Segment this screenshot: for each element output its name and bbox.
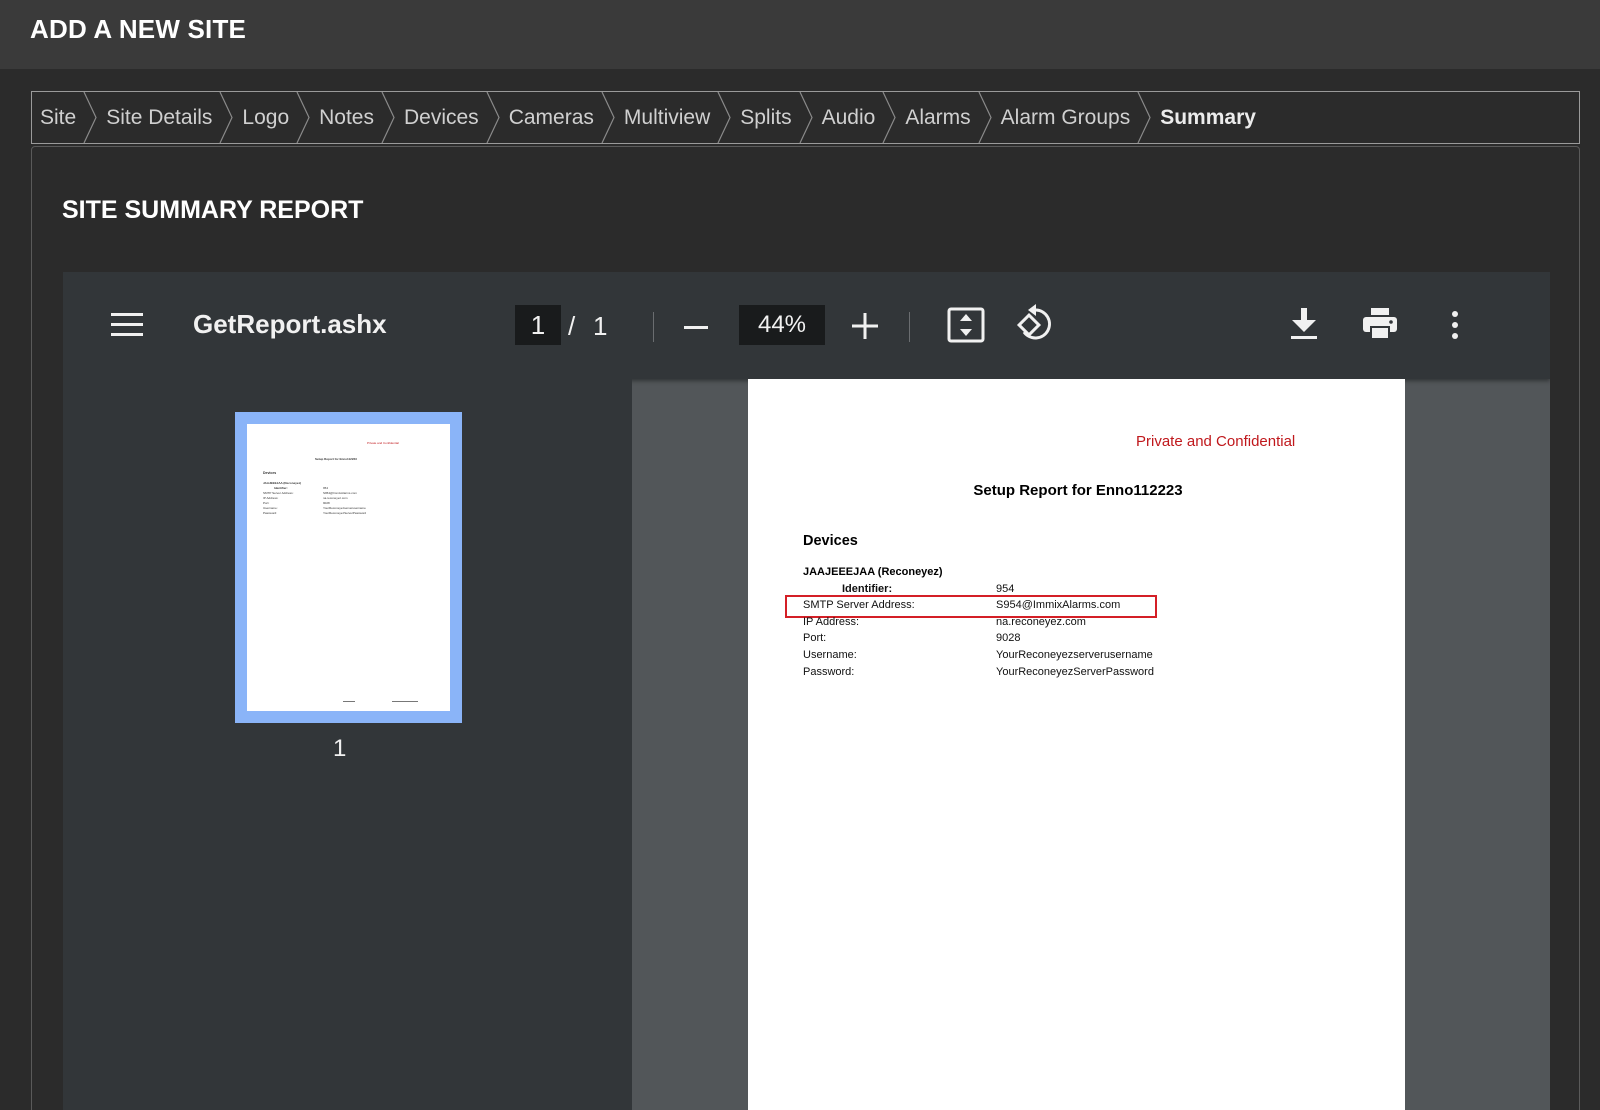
row-value: YourReconeyezserverusername <box>996 649 1153 661</box>
breadcrumb-label: Cameras <box>508 105 594 129</box>
chevron-right-icon <box>83 92 97 143</box>
breadcrumb-label: Multiview <box>623 105 711 129</box>
confidential-label: Private and Confidential <box>1136 433 1296 450</box>
breadcrumb-site-details[interactable]: Site Details <box>98 92 234 143</box>
breadcrumb-label: Devices <box>403 105 479 129</box>
download-icon[interactable] <box>1290 308 1318 340</box>
row-label: IP Address: <box>803 616 860 628</box>
file-name: GetReport.ashx <box>193 309 387 339</box>
page-header: ADD A NEW SITE <box>0 0 1600 69</box>
thumb-text: Port: <box>263 501 270 505</box>
section-heading: Devices <box>803 533 858 549</box>
chevron-right-icon <box>978 92 992 143</box>
thumbnail-page: Private and Confidential Setup Report fo… <box>247 424 450 711</box>
breadcrumb-label: Alarm Groups <box>1000 105 1131 129</box>
row-label: SMTP Server Address: <box>803 599 915 611</box>
report-title: Setup Report for Enno112223 <box>973 482 1183 499</box>
row-label: Username: <box>803 649 857 661</box>
device-name: JAAJEEEJAA (Reconeyez) <box>803 566 943 578</box>
breadcrumb-label: Splits <box>740 105 792 129</box>
row-value: S954@ImmixAlarms.com <box>996 599 1121 611</box>
fit-page-icon[interactable] <box>947 307 985 343</box>
breadcrumb-cameras[interactable]: Cameras <box>501 92 616 143</box>
breadcrumb: Site Site Details Logo Notes Devices Cam… <box>31 91 1580 144</box>
chevron-right-icon <box>601 92 615 143</box>
thumb-text: YourReconeyezServerPassword <box>323 511 367 515</box>
chevron-right-icon <box>882 92 896 143</box>
total-pages: 1 <box>593 311 608 341</box>
thumb-text: Setup Report for Enno112223 <box>315 457 357 461</box>
chevron-right-icon <box>717 92 731 143</box>
chevron-right-icon <box>219 92 234 143</box>
thumb-text: Devices <box>263 471 277 475</box>
breadcrumb-splits[interactable]: Splits <box>732 92 813 143</box>
identifier-label: Identifier: <box>842 583 893 595</box>
thumb-text: IP Address: <box>263 496 279 500</box>
chevron-right-icon <box>296 92 310 143</box>
page-title: ADD A NEW SITE <box>30 14 247 44</box>
breadcrumb-label: Site Details <box>106 105 213 129</box>
row-label: Port: <box>803 632 827 644</box>
pdf-page: Private and Confidential Setup Report fo… <box>748 379 1405 1110</box>
thumb-text: Username: <box>263 506 278 510</box>
menu-icon[interactable] <box>111 310 143 340</box>
breadcrumb-label: Notes <box>319 105 374 129</box>
toolbar-divider <box>653 312 654 342</box>
zoom-out-icon[interactable] <box>683 314 709 340</box>
thumb-text: JAAJEEEJAA (Reconeyez) <box>263 481 302 485</box>
rotate-icon[interactable] <box>1016 304 1054 344</box>
page-separator: / <box>568 311 576 341</box>
breadcrumb-alarm-groups[interactable]: Alarm Groups <box>993 92 1153 143</box>
thumb-text: 9028 <box>323 501 330 505</box>
thumb-text: SMTP Server Address: <box>263 491 294 495</box>
breadcrumb-logo[interactable]: Logo <box>234 92 311 143</box>
thumb-footer-mark <box>392 701 418 702</box>
thumb-text: Identifier: <box>274 486 288 490</box>
zoom-in-icon[interactable] <box>851 312 879 340</box>
thumb-text: YourReconeyezserverusername <box>323 506 366 510</box>
thumb-text: na.reconeyez.com <box>323 496 348 500</box>
breadcrumb-multiview[interactable]: Multiview <box>616 92 732 143</box>
thumb-text: Private and Confidential <box>367 441 399 445</box>
breadcrumb-label: Summary <box>1160 105 1256 129</box>
pdf-toolbar: GetReport.ashx 1 / 1 44% <box>63 272 1550 379</box>
breadcrumb-devices[interactable]: Devices <box>396 92 501 143</box>
chevron-right-icon <box>799 92 813 143</box>
row-value: YourReconeyezServerPassword <box>996 666 1154 678</box>
breadcrumb-label: Logo <box>242 105 290 129</box>
breadcrumb-audio[interactable]: Audio <box>814 92 898 143</box>
chevron-right-icon <box>381 92 395 143</box>
page-thumbnail[interactable]: Private and Confidential Setup Report fo… <box>235 412 462 723</box>
more-options-icon[interactable] <box>1449 309 1461 341</box>
row-label: Password: <box>803 666 855 678</box>
pdf-viewer: GetReport.ashx 1 / 1 44% Private and Con… <box>63 272 1550 1110</box>
breadcrumb-label: Alarms <box>905 105 971 129</box>
breadcrumb-label: Audio <box>821 105 876 129</box>
thumb-text: 954 <box>323 486 329 490</box>
thumb-text: Password: <box>263 511 278 515</box>
breadcrumb-notes[interactable]: Notes <box>311 92 396 143</box>
thumbnail-page-number: 1 <box>333 735 347 762</box>
print-icon[interactable] <box>1363 308 1397 340</box>
page-number-input[interactable]: 1 <box>515 305 561 345</box>
zoom-level-input[interactable]: 44% <box>739 305 825 345</box>
panel-title: SITE SUMMARY REPORT <box>62 196 364 224</box>
thumb-text: S954@ImmixAlarms.com <box>323 491 357 495</box>
row-value: na.reconeyez.com <box>996 616 1086 628</box>
toolbar-divider <box>909 312 910 342</box>
thumb-footer-mark <box>343 701 355 702</box>
breadcrumb-alarms[interactable]: Alarms <box>897 92 992 143</box>
breadcrumb-site[interactable]: Site <box>32 92 98 143</box>
thumbnail-sidebar: Private and Confidential Setup Report fo… <box>63 379 632 1110</box>
breadcrumb-summary[interactable]: Summary <box>1152 92 1278 143</box>
chevron-right-icon <box>486 92 500 143</box>
summary-panel: SITE SUMMARY REPORT GetReport.ashx 1 / 1… <box>31 146 1580 1110</box>
chevron-right-icon <box>1137 92 1151 143</box>
identifier-value: 954 <box>996 583 1015 595</box>
row-value: 9028 <box>996 632 1021 644</box>
breadcrumb-label: Site <box>40 105 77 129</box>
